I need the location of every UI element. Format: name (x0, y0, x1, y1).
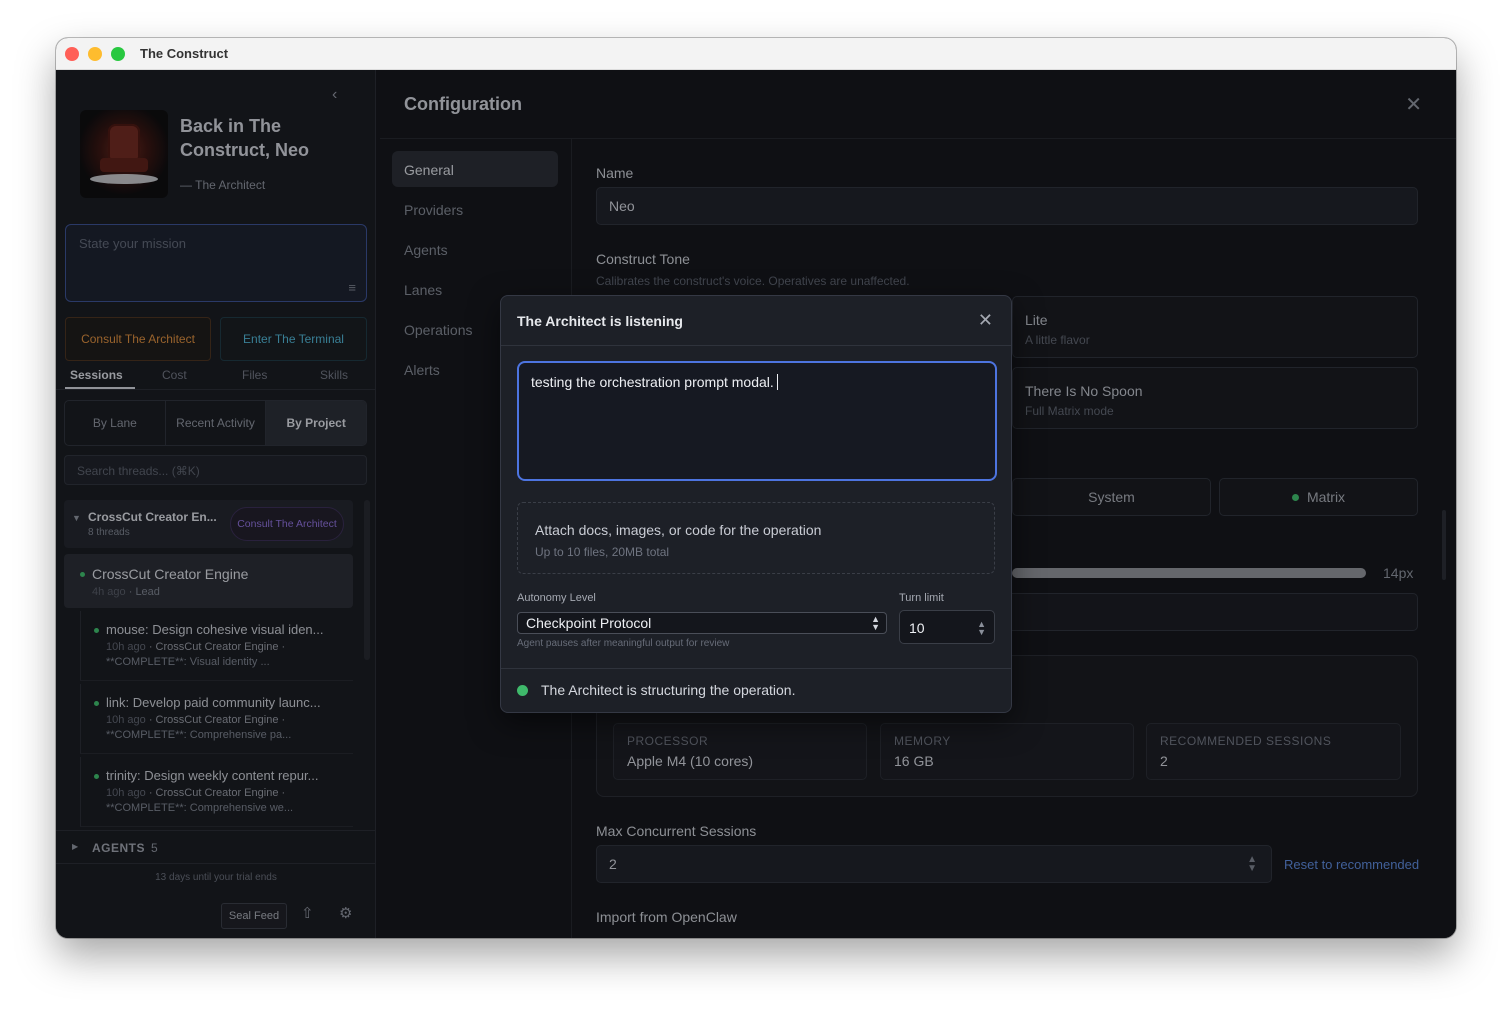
close-window-button[interactable] (65, 47, 79, 61)
chevron-updown-icon[interactable]: ▲ ▼ (977, 620, 986, 637)
text-cursor (776, 374, 779, 390)
prompt-text-wrap: testing the orchestration prompt modal. (531, 374, 779, 390)
chevron-updown-icon: ▲ ▼ (871, 614, 880, 632)
zoom-window-button[interactable] (111, 47, 125, 61)
window-title: The Construct (140, 46, 229, 61)
prompt-text: testing the orchestration prompt modal. (531, 374, 774, 390)
close-icon[interactable]: ✕ (978, 310, 993, 331)
autonomy-select[interactable]: Checkpoint Protocol ▲ ▼ (517, 612, 887, 634)
status-text: The Architect is structuring the operati… (541, 682, 796, 698)
turn-limit-stepper[interactable]: 10 ▲ ▼ (899, 610, 995, 644)
turn-limit-label: Turn limit (899, 592, 944, 604)
attachment-dropzone[interactable]: Attach docs, images, or code for the ope… (517, 502, 995, 574)
modal-divider (501, 345, 1011, 346)
title-bar: The Construct (56, 38, 1456, 70)
app-window: The Construct ‹ Back in The Construct, N… (56, 38, 1456, 938)
architect-modal: The Architect is listening ✕ testing the… (500, 295, 1012, 713)
autonomy-help: Agent pauses after meaningful output for… (517, 638, 730, 649)
autonomy-label: Autonomy Level (517, 592, 596, 604)
attach-title: Attach docs, images, or code for the ope… (535, 522, 822, 538)
attach-subtitle: Up to 10 files, 20MB total (535, 545, 670, 559)
modal-title: The Architect is listening (517, 313, 683, 329)
minimize-window-button[interactable] (88, 47, 102, 61)
status-dot (517, 685, 528, 696)
prompt-textarea[interactable]: testing the orchestration prompt modal. (517, 361, 997, 481)
turn-limit-value: 10 (909, 620, 925, 636)
modal-divider (501, 668, 1011, 669)
autonomy-value: Checkpoint Protocol (526, 615, 652, 631)
